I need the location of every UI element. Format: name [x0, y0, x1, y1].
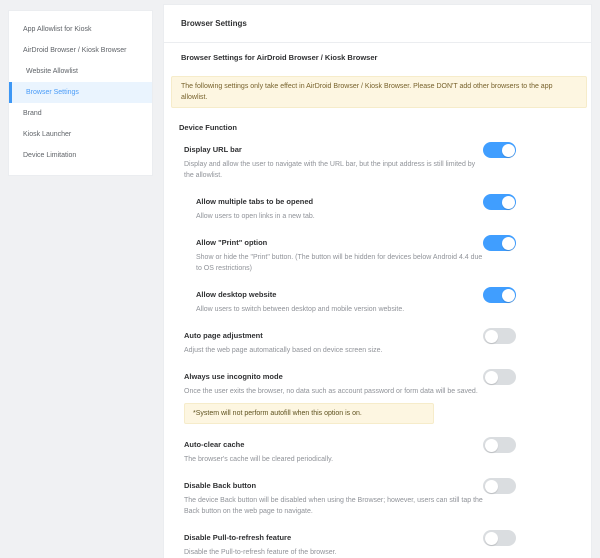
sidebar-item-app-allowlist-for-kiosk[interactable]: App Allowlist for Kiosk [9, 19, 152, 40]
toggle-allow-multiple-tabs[interactable] [483, 194, 516, 210]
toggle-knob [484, 329, 498, 343]
sidebar-item-airdroid-browser-kiosk-browser[interactable]: AirDroid Browser / Kiosk Browser [9, 40, 152, 61]
toggle-knob [501, 143, 515, 157]
group-title-device-function: Device Function [179, 123, 237, 132]
sidebar-item-kiosk-launcher[interactable]: Kiosk Launcher [9, 124, 152, 145]
page-title: Browser Settings [164, 5, 591, 43]
browser-settings-panel: Browser Settings Browser Settings for Ai… [163, 4, 592, 558]
setting-description: Disable the Pull-to-refresh feature of t… [184, 549, 337, 556]
sidebar-item-device-limitation[interactable]: Device Limitation [9, 145, 152, 166]
setting-row-disable-back-button: Disable Back button The device Back butt… [164, 478, 591, 517]
toggle-auto-clear-cache[interactable] [483, 437, 516, 453]
setting-title: Allow "Print" option [196, 238, 268, 247]
sidebar-item-brand[interactable]: Brand [9, 103, 152, 124]
setting-row-auto-clear-cache: Auto-clear cache The browser's cache wil… [164, 437, 591, 465]
toggle-allow-print-option[interactable] [483, 235, 516, 251]
toggle-knob [484, 479, 498, 493]
setting-row-allow-multiple-tabs: Allow multiple tabs to be opened Allow u… [164, 194, 591, 222]
setting-title: Allow desktop website [196, 290, 277, 299]
setting-description: Allow users to open links in a new tab. [196, 213, 315, 220]
setting-row-auto-page-adjustment: Auto page adjustment Adjust the web page… [164, 328, 591, 356]
setting-row-disable-pull-to-refresh: Disable Pull-to-refresh feature Disable … [164, 530, 591, 558]
setting-title: Auto-clear cache [184, 440, 245, 449]
setting-row-allow-print-option: Allow "Print" option Show or hide the "P… [164, 235, 591, 274]
setting-row-allow-desktop-website: Allow desktop website Allow users to swi… [164, 287, 591, 315]
toggle-knob [501, 195, 515, 209]
setting-title: Display URL bar [184, 145, 242, 154]
setting-row-display-url-bar: Display URL bar Display and allow the us… [164, 142, 591, 181]
toggle-allow-desktop-website[interactable] [483, 287, 516, 303]
settings-list: Display URL bar Display and allow the us… [164, 142, 591, 558]
setting-title: Always use incognito mode [184, 372, 283, 381]
toggle-disable-pull-to-refresh[interactable] [483, 530, 516, 546]
section-title: Browser Settings for AirDroid Browser / … [181, 53, 378, 62]
sidebar-item-browser-settings[interactable]: Browser Settings [9, 82, 152, 103]
setting-description: Allow users to switch between desktop an… [196, 306, 405, 313]
toggle-knob [501, 288, 515, 302]
setting-row-always-use-incognito-mode: Always use incognito mode Once the user … [164, 369, 591, 424]
toggle-auto-page-adjustment[interactable] [483, 328, 516, 344]
toggle-knob [484, 531, 498, 545]
setting-title: Allow multiple tabs to be opened [196, 197, 314, 206]
setting-description: Once the user exits the browser, no data… [184, 388, 478, 395]
setting-description: The device Back button will be disabled … [184, 497, 483, 515]
toggle-always-use-incognito-mode[interactable] [483, 369, 516, 385]
setting-title: Disable Pull-to-refresh feature [184, 533, 292, 542]
setting-description: Display and allow the user to navigate w… [184, 161, 476, 179]
setting-description: Adjust the web page automatically based … [184, 347, 383, 354]
sidebar-item-website-allowlist[interactable]: Website Allowlist [9, 61, 152, 82]
setting-description: Show or hide the "Print" button. (The bu… [196, 254, 483, 272]
toggle-knob [484, 370, 498, 384]
incognito-autofill-note: *System will not perform autofill when t… [184, 403, 434, 424]
toggle-disable-back-button[interactable] [483, 478, 516, 494]
setting-description: The browser's cache will be cleared peri… [184, 456, 334, 463]
toggle-knob [501, 236, 515, 250]
toggle-knob [484, 438, 498, 452]
setting-title: Disable Back button [184, 481, 257, 490]
setting-title: Auto page adjustment [184, 331, 263, 340]
settings-sidebar: App Allowlist for Kiosk AirDroid Browser… [8, 10, 153, 176]
toggle-display-url-bar[interactable] [483, 142, 516, 158]
warning-banner: The following settings only take effect … [171, 76, 587, 108]
